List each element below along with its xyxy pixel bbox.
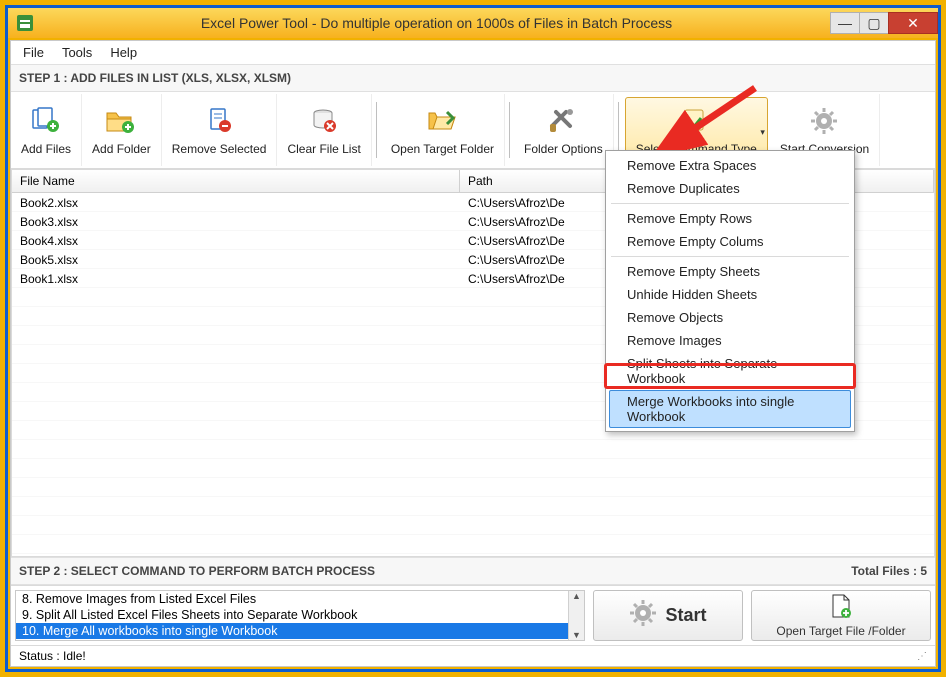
start-button-label: Start (665, 605, 706, 626)
command-type-dropdown: Remove Extra Spaces Remove Duplicates Re… (605, 150, 855, 432)
menu-item[interactable]: Remove Empty Rows (609, 207, 851, 230)
folder-options-button[interactable]: Folder Options (514, 94, 614, 166)
clear-file-list-button[interactable]: Clear File List (277, 94, 371, 166)
open-target-folder-icon (425, 104, 459, 138)
clear-file-list-label: Clear File List (287, 142, 360, 156)
menu-file[interactable]: File (23, 45, 44, 60)
remove-selected-label: Remove Selected (172, 142, 267, 156)
start-conversion-icon (808, 104, 842, 138)
clear-file-list-icon (307, 104, 341, 138)
menu-item-highlighted[interactable]: Merge Workbooks into single Workbook (609, 390, 851, 428)
total-files-label: Total Files : 5 (851, 564, 927, 578)
list-item[interactable]: 8. Remove Images from Listed Excel Files (16, 591, 584, 607)
command-listbox[interactable]: 8. Remove Images from Listed Excel Files… (15, 590, 585, 641)
file-open-icon (830, 593, 852, 622)
add-folder-label: Add Folder (92, 142, 151, 156)
menu-item[interactable]: Unhide Hidden Sheets (609, 283, 851, 306)
titlebar: Excel Power Tool - Do multiple operation… (8, 8, 938, 38)
menu-item[interactable]: Remove Extra Spaces (609, 154, 851, 177)
menu-item[interactable]: Remove Empty Sheets (609, 260, 851, 283)
app-icon (14, 12, 36, 34)
folder-options-icon (546, 104, 580, 138)
remove-selected-icon (202, 104, 236, 138)
remove-selected-button[interactable]: Remove Selected (162, 94, 278, 166)
folder-options-label: Folder Options (524, 142, 603, 156)
toolbar-separator (509, 102, 510, 158)
add-folder-icon (104, 104, 138, 138)
start-button[interactable]: Start (593, 590, 743, 641)
add-files-icon (29, 104, 63, 138)
close-button[interactable]: ✕ (888, 12, 938, 34)
menu-item[interactable]: Remove Images (609, 329, 851, 352)
resize-grip-icon[interactable]: ⋰ (917, 651, 927, 662)
step2-label: STEP 2 : SELECT COMMAND TO PERFORM BATCH… (19, 564, 375, 578)
menu-help[interactable]: Help (110, 45, 137, 60)
list-item[interactable]: 9. Split All Listed Excel Files Sheets i… (16, 607, 584, 623)
maximize-button[interactable]: ▢ (859, 12, 889, 34)
menu-separator (611, 256, 849, 257)
annotation-arrow-icon (645, 80, 765, 150)
menu-tools[interactable]: Tools (62, 45, 92, 60)
menu-separator (611, 203, 849, 204)
open-target-folder-button[interactable]: Open Target Folder (381, 94, 505, 166)
list-item[interactable]: 10. Merge All workbooks into single Work… (16, 623, 584, 639)
add-folder-button[interactable]: Add Folder (82, 94, 162, 166)
gear-icon (629, 599, 657, 632)
toolbar-separator (376, 102, 377, 158)
menu-item[interactable]: Remove Duplicates (609, 177, 851, 200)
menu-item[interactable]: Remove Empty Colums (609, 230, 851, 253)
step1-label: STEP 1 : ADD FILES IN LIST (XLS, XLSX, X… (11, 65, 935, 92)
status-text: Status : Idle! (19, 649, 86, 663)
open-target-folder-label: Open Target Folder (391, 142, 494, 156)
menu-item[interactable]: Remove Objects (609, 306, 851, 329)
add-files-label: Add Files (21, 142, 71, 156)
menu-item[interactable]: Split Sheets into Separate Workbook (609, 352, 851, 390)
window-title: Excel Power Tool - Do multiple operation… (42, 15, 831, 31)
open-target-file-folder-button[interactable]: Open Target File /Folder (751, 590, 931, 641)
open-target-file-folder-label: Open Target File /Folder (776, 624, 905, 638)
minimize-button[interactable]: — (830, 12, 860, 34)
column-file-name[interactable]: File Name (12, 170, 460, 192)
add-files-button[interactable]: Add Files (11, 94, 82, 166)
scrollbar[interactable]: ▲▼ (568, 591, 584, 640)
